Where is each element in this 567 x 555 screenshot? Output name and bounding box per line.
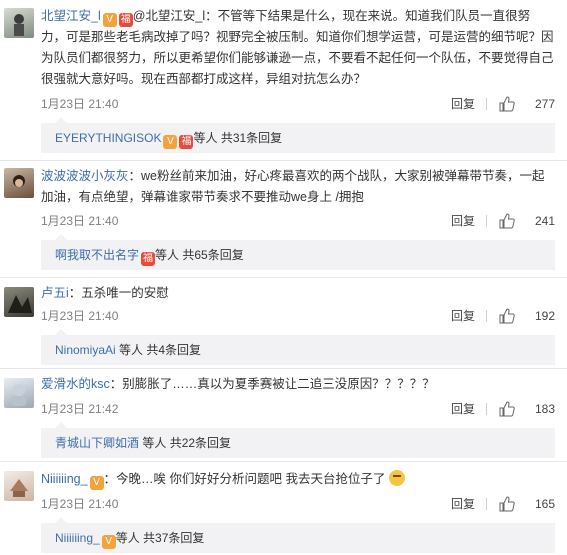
divider bbox=[0, 461, 567, 462]
separator bbox=[486, 98, 487, 110]
separator bbox=[486, 310, 487, 322]
comment-text: Niiiiiing_ V ：今晚…唉 你们好好分析问题吧 我去天台抢位子了 bbox=[41, 469, 555, 490]
red-envelope-badge-icon: 福 bbox=[179, 135, 194, 149]
sub-reply-text: 等人 共65条回复 bbox=[155, 248, 244, 262]
thumbs-up-icon bbox=[499, 401, 515, 417]
comment-feed: 北望江安_l V 福 @北望江安_l：不管等下结果是什么，现在来说。知道我们队员一直很… bbox=[0, 0, 567, 555]
comment-username[interactable]: Niiiiiing_ bbox=[41, 472, 88, 486]
reply-button[interactable]: 回复 bbox=[451, 94, 475, 114]
comment-meta: 1月23日 21:40 回复 192 bbox=[41, 306, 555, 326]
emoji-icon bbox=[388, 470, 405, 486]
comment-time: 1月23日 21:40 bbox=[41, 97, 119, 111]
divider bbox=[0, 160, 567, 161]
comment-username[interactable]: 卢五i bbox=[41, 286, 69, 300]
like-count: 183 bbox=[534, 402, 555, 416]
sub-reply-text: 等人 共37条回复 bbox=[115, 531, 205, 545]
like-button[interactable]: 183 bbox=[495, 399, 555, 419]
avatar[interactable] bbox=[4, 471, 34, 501]
reply-button[interactable]: 回复 bbox=[451, 494, 475, 514]
comment-meta: 1月23日 21:42 回复 183 bbox=[41, 399, 555, 419]
avatar[interactable] bbox=[4, 287, 34, 317]
thumbs-up-icon bbox=[499, 96, 515, 112]
like-button[interactable]: 165 bbox=[495, 494, 555, 514]
thumbs-up-icon bbox=[499, 308, 515, 324]
sub-reply-text: 等人 共4条回复 bbox=[119, 343, 202, 357]
sub-replies-bar[interactable]: 青城山下卿如酒 等人 共22条回复 bbox=[41, 422, 555, 458]
sub-replies-bar[interactable]: Niiiiiing_ V 等人 共37条回复 bbox=[41, 517, 555, 553]
avatar[interactable] bbox=[4, 378, 34, 408]
sub-reply-text: 等人 共31条回复 bbox=[193, 131, 283, 145]
vip-badge-icon: V bbox=[89, 476, 104, 490]
comment-meta: 1月23日 21:40 回复 277 bbox=[41, 94, 555, 114]
comment-username[interactable]: 北望江安_l bbox=[41, 9, 101, 23]
vip-badge-icon: V bbox=[102, 13, 117, 27]
comment-text: 爱滑水的ksc：别膨胀了……真以为夏季赛被让二追三没原因？？？？？ bbox=[41, 374, 555, 395]
comment-meta: 1月23日 21:40 回复 241 bbox=[41, 211, 555, 231]
comment-text: 波波波波小灰灰：we粉丝前来加油，好心疼最喜欢的两个战队，大家别被弹幕带节奏，一… bbox=[41, 166, 555, 208]
thumbs-up-icon bbox=[499, 213, 515, 229]
vip-badge-icon: V bbox=[163, 135, 178, 149]
reply-button[interactable]: 回复 bbox=[451, 399, 475, 419]
comment-meta: 1月23日 21:40 回复 165 bbox=[41, 494, 555, 514]
like-button[interactable]: 277 bbox=[495, 94, 555, 114]
comment-time: 1月23日 21:40 bbox=[41, 214, 119, 228]
like-count: 165 bbox=[534, 497, 555, 511]
comment-username[interactable]: 爱滑水的ksc bbox=[41, 377, 110, 391]
divider bbox=[0, 277, 567, 278]
comment-time: 1月23日 21:40 bbox=[41, 309, 119, 323]
sub-reply-user[interactable]: NinomiyaAi bbox=[55, 343, 116, 357]
comment-username[interactable]: 波波波波小灰灰 bbox=[41, 169, 129, 183]
reply-button[interactable]: 回复 bbox=[451, 211, 475, 231]
separator bbox=[486, 403, 487, 415]
comment-content: ：今晚…唉 你们好好分析问题吧 我去天台抢位子了 bbox=[103, 472, 386, 486]
like-button[interactable]: 192 bbox=[495, 306, 555, 326]
sub-replies-bar[interactable]: NinomiyaAi 等人 共4条回复 bbox=[41, 329, 555, 365]
sub-reply-user[interactable]: EYERYTHINGISOK bbox=[55, 131, 161, 145]
sub-reply-text: 等人 共22条回复 bbox=[142, 436, 232, 450]
divider bbox=[0, 368, 567, 369]
avatar[interactable] bbox=[4, 168, 34, 198]
comment-time: 1月23日 21:42 bbox=[41, 402, 119, 416]
sub-replies-bar[interactable]: EYERYTHINGISOK V 福等人 共31条回复 bbox=[41, 117, 555, 153]
like-count: 192 bbox=[534, 309, 555, 323]
separator bbox=[486, 498, 487, 510]
comment-content: ：五杀唯一的安慰 bbox=[68, 286, 169, 300]
red-envelope-badge-icon: 福 bbox=[118, 13, 133, 27]
sub-replies-bar[interactable]: 啊我取不出名字福等人 共65条回复 bbox=[41, 234, 555, 270]
like-count: 241 bbox=[534, 214, 555, 228]
red-envelope-badge-icon: 福 bbox=[141, 252, 156, 266]
sub-reply-user[interactable]: 啊我取不出名字 bbox=[55, 248, 139, 262]
sub-reply-user[interactable]: Niiiiiing_ bbox=[55, 531, 100, 545]
reply-button[interactable]: 回复 bbox=[451, 306, 475, 326]
comment-text: 北望江安_l V 福 @北望江安_l：不管等下结果是什么，现在来说。知道我们队员一直很… bbox=[41, 6, 555, 90]
comment-time: 1月23日 21:40 bbox=[41, 497, 119, 511]
like-button[interactable]: 241 bbox=[495, 211, 555, 231]
comment-text: 卢五i：五杀唯一的安慰 bbox=[41, 283, 555, 304]
comment-content: @北望江安_l：不管等下结果是什么，现在来说。知道我们队员一直很努力，可是那些老… bbox=[41, 9, 554, 86]
vip-badge-icon: V bbox=[101, 535, 116, 549]
like-count: 277 bbox=[534, 97, 555, 111]
avatar[interactable] bbox=[4, 8, 34, 38]
thumbs-up-icon bbox=[499, 496, 515, 512]
comment-content: ：别膨胀了……真以为夏季赛被让二追三没原因？？？？？ bbox=[109, 377, 435, 391]
sub-reply-user[interactable]: 青城山下卿如酒 bbox=[55, 436, 139, 450]
separator bbox=[486, 215, 487, 227]
